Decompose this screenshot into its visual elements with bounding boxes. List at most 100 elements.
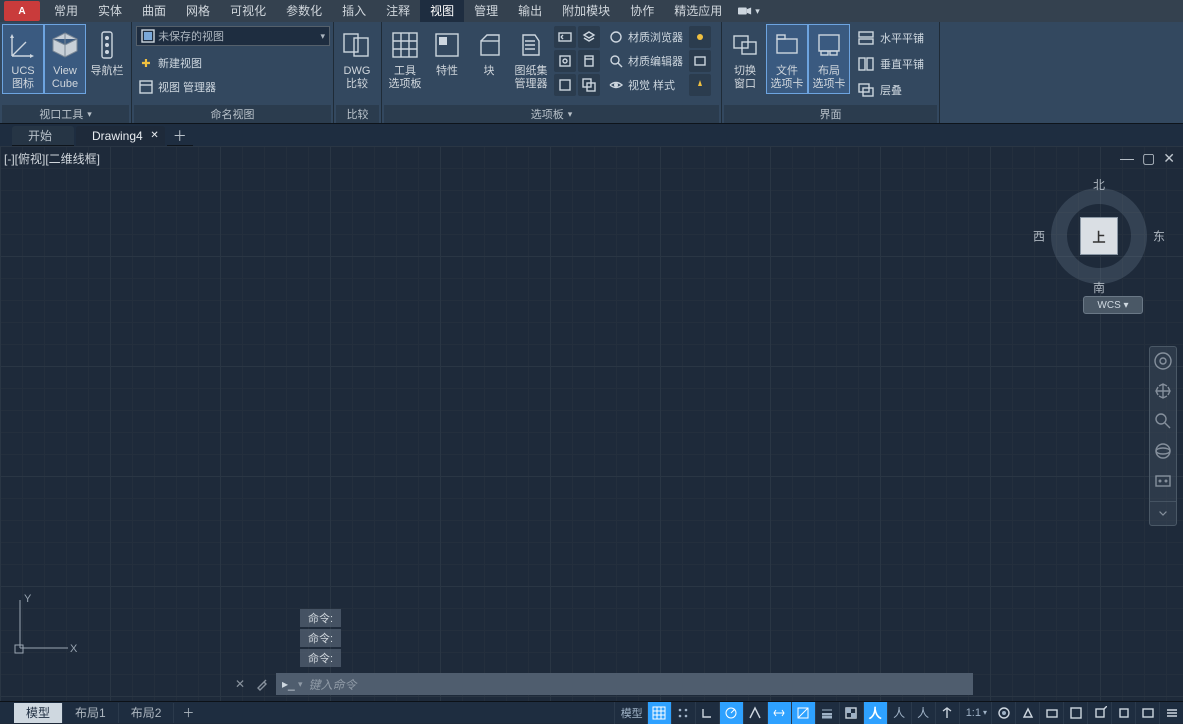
menu-annotate[interactable]: 注释 xyxy=(376,0,420,22)
menu-solid[interactable]: 实体 xyxy=(88,0,132,22)
xref-palette[interactable] xyxy=(578,74,600,96)
layout-tab-1[interactable]: 布局1 xyxy=(63,703,119,723)
app-menu-button[interactable]: A xyxy=(4,1,40,21)
layer-palette[interactable] xyxy=(578,26,600,48)
cmd-line-toggle[interactable] xyxy=(554,26,576,48)
menu-output[interactable]: 输出 xyxy=(508,0,552,22)
menu-common[interactable]: 常用 xyxy=(44,0,88,22)
ucs-icon-button[interactable]: UCS图标 xyxy=(2,24,44,94)
layout-tabs-button[interactable]: 布局选项卡 xyxy=(808,24,850,94)
viewcube-south[interactable]: 南 xyxy=(1093,279,1105,296)
viewcube-north[interactable]: 北 xyxy=(1093,176,1105,193)
sb-snap[interactable] xyxy=(671,702,695,724)
viewcube-west[interactable]: 西 xyxy=(1033,228,1045,245)
tile-horizontal[interactable]: 水平平铺 xyxy=(854,26,928,50)
sb-anno-scale[interactable]: 1:1▾ xyxy=(959,702,991,724)
menu-collab[interactable]: 协作 xyxy=(620,0,664,22)
sb-osnap[interactable] xyxy=(791,702,815,724)
tile-vertical[interactable]: 垂直平铺 xyxy=(854,52,928,76)
minimize-icon[interactable]: — xyxy=(1120,150,1134,167)
sb-dynucs[interactable]: 人 xyxy=(887,702,911,724)
menu-surface[interactable]: 曲面 xyxy=(132,0,176,22)
command-line[interactable]: ▸_ ▾ 键入命令 xyxy=(276,673,973,695)
switch-window-button[interactable]: 切换窗口 xyxy=(724,24,766,94)
sb-otrack[interactable] xyxy=(767,702,791,724)
sb-isolate[interactable] xyxy=(1111,702,1135,724)
sb-grid[interactable] xyxy=(647,702,671,724)
sb-customize[interactable] xyxy=(1159,702,1183,724)
viewcube-east[interactable]: 东 xyxy=(1153,228,1165,245)
menu-featured[interactable]: 精选应用 xyxy=(664,0,732,22)
light-props[interactable] xyxy=(689,74,711,96)
calc-palette[interactable] xyxy=(578,50,600,72)
layout-tab-add[interactable]: ＋ xyxy=(174,703,202,723)
material-editor[interactable]: 材质编辑器 xyxy=(608,50,683,72)
panel-title-viewport[interactable]: 视口工具 xyxy=(2,105,129,123)
navbar-button[interactable]: 导航栏 xyxy=(86,24,128,81)
cmd-close-icon[interactable]: ✕ xyxy=(232,676,248,692)
new-view-button[interactable]: ✚新建视图 xyxy=(138,52,327,74)
cascade[interactable]: 层叠 xyxy=(854,78,928,102)
sb-3dosnap[interactable]: 人 xyxy=(863,702,887,724)
menu-manage[interactable]: 管理 xyxy=(464,0,508,22)
sb-lineweight[interactable] xyxy=(815,702,839,724)
view-manager-button[interactable]: 视图 管理器 xyxy=(138,76,327,98)
doc-tab-start[interactable]: 开始 xyxy=(12,126,74,146)
tool-palette-button[interactable]: 工具选项板 xyxy=(384,24,426,94)
layout-tab-model[interactable]: 模型 xyxy=(14,703,63,723)
markup-palette[interactable] xyxy=(554,74,576,96)
sb-model[interactable]: 模型 xyxy=(614,702,647,724)
sb-lock-ui[interactable] xyxy=(1087,702,1111,724)
wcs-selector[interactable]: WCS ▾ xyxy=(1083,296,1143,314)
dwg-compare-button[interactable]: DWG比较 xyxy=(336,24,378,94)
menu-insert[interactable]: 插入 xyxy=(332,0,376,22)
menu-visualize[interactable]: 可视化 xyxy=(220,0,276,22)
drawing-canvas[interactable]: [-][俯视][二维线框] — ▢ ✕ 上 北 南 东 西 WCS ▾ Y X xyxy=(0,146,1183,701)
menu-view[interactable]: 视图 xyxy=(420,0,464,22)
sb-clean-screen[interactable] xyxy=(1135,702,1159,724)
sb-workspace[interactable] xyxy=(991,702,1015,724)
sb-gizmo[interactable] xyxy=(935,702,959,724)
doc-tab-add[interactable]: ＋ xyxy=(167,126,193,146)
pan-icon[interactable] xyxy=(1153,381,1173,401)
panel-title-palettes[interactable]: 选项板 xyxy=(384,105,719,123)
render-presets[interactable] xyxy=(689,50,711,72)
sb-polar[interactable] xyxy=(719,702,743,724)
orbit-icon[interactable] xyxy=(1153,441,1173,461)
layout-tab-2[interactable]: 布局2 xyxy=(119,703,175,723)
viewcube-ring[interactable] xyxy=(1051,188,1147,284)
viewcube-button[interactable]: ViewCube xyxy=(44,24,86,94)
sun-props[interactable] xyxy=(689,26,711,48)
menu-mesh[interactable]: 网格 xyxy=(176,0,220,22)
file-tabs-button[interactable]: 文件选项卡 xyxy=(766,24,808,94)
viewport-label[interactable]: [-][俯视][二维线框] xyxy=(4,150,100,167)
material-browser[interactable]: 材质浏览器 xyxy=(608,26,683,48)
block-palette-button[interactable]: 块 xyxy=(468,24,510,81)
design-center[interactable] xyxy=(554,50,576,72)
sheetset-button[interactable]: 图纸集管理器 xyxy=(510,24,552,94)
properties-button[interactable]: 特性 xyxy=(426,24,468,81)
close-viewport-icon[interactable]: ✕ xyxy=(1163,150,1175,167)
sb-selection-filter[interactable]: 人 xyxy=(911,702,935,724)
doc-tab-drawing[interactable]: Drawing4✕ xyxy=(76,126,165,146)
close-icon[interactable]: ✕ xyxy=(150,130,158,141)
menu-addons[interactable]: 附加模块 xyxy=(552,0,620,22)
sb-units[interactable] xyxy=(1039,702,1063,724)
chevron-down-icon[interactable]: ▾ xyxy=(298,679,303,690)
steering-wheel-icon[interactable] xyxy=(1153,351,1173,371)
menu-parametric[interactable]: 参数化 xyxy=(276,0,332,22)
sb-isodraft[interactable] xyxy=(743,702,767,724)
viewcube[interactable]: 上 北 南 东 西 xyxy=(1039,176,1159,296)
cmd-customize-icon[interactable] xyxy=(254,676,270,692)
zoom-extents-icon[interactable] xyxy=(1153,411,1173,431)
view-dropdown[interactable]: 未保存的视图▾ xyxy=(136,26,330,46)
camera-menu[interactable]: ▾ xyxy=(738,6,760,17)
visual-styles[interactable]: 视觉 样式 xyxy=(608,74,683,96)
sb-transparency[interactable] xyxy=(839,702,863,724)
sb-anno-monitor[interactable] xyxy=(1015,702,1039,724)
nav-expand-icon[interactable] xyxy=(1150,501,1176,521)
sb-quickprops[interactable] xyxy=(1063,702,1087,724)
showmotion-icon[interactable] xyxy=(1153,471,1173,491)
sb-ortho[interactable] xyxy=(695,702,719,724)
maximize-icon[interactable]: ▢ xyxy=(1142,150,1155,167)
